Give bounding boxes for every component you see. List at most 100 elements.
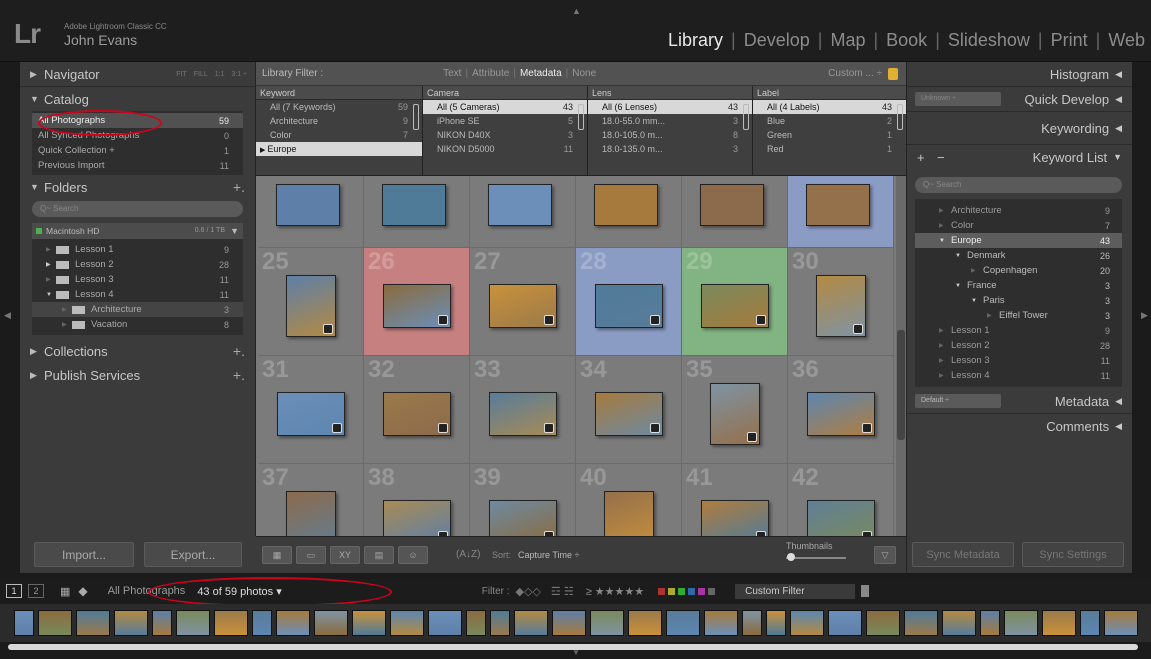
camera-row-all[interactable]: All (5 Cameras) 43 [423,100,587,114]
camera-row-d40x[interactable]: NIKON D40X 3 [423,128,587,142]
metadata-badge-icon[interactable] [756,315,766,325]
grid-cell[interactable] [470,176,576,248]
lens-scrollbar[interactable] [743,104,749,130]
folder-architecture[interactable]: ▶ Architecture 3 [32,302,243,317]
photo-thumbnail[interactable] [286,275,336,337]
label-row-red[interactable]: Red 1 [753,142,906,156]
photo-thumbnail[interactable] [710,383,760,445]
lens-row-1[interactable]: 18.0-55.0 mm... 3 [588,114,752,128]
photo-thumbnail[interactable] [383,284,451,328]
filter-metadata-tab[interactable]: Metadata [520,68,562,79]
export-button[interactable]: Export... [144,542,242,567]
camera-scrollbar[interactable] [578,104,584,130]
edit-filter-icon[interactable]: ☲ ☵ [551,585,574,598]
sort-select[interactable]: Capture Time ÷ [518,550,579,560]
catalog-item-quick-collection[interactable]: Quick Collection +1 [32,143,243,158]
filmstrip-thumbnail[interactable] [514,610,548,636]
filmstrip-thumbnail[interactable] [466,610,486,636]
add-folder-icon[interactable]: +. [233,179,245,195]
filmstrip-thumbnail[interactable] [666,610,700,636]
comments-header[interactable]: Comments ◀ [907,414,1132,438]
filmstrip-thumbnail[interactable] [38,610,72,636]
navigator-zoom[interactable]: FIT FILL 1:1 3:1 ÷ [176,71,247,78]
keyword-row-color[interactable]: Color 7 [256,128,422,142]
photo-thumbnail[interactable] [489,284,557,328]
filmstrip-thumbnail[interactable] [214,610,248,636]
photo-thumbnail[interactable] [806,184,870,226]
metadata-badge-icon[interactable] [862,423,872,433]
grid-cell[interactable]: 32 [364,356,470,464]
collapse-bottom-icon[interactable]: ▼ [572,648,580,657]
navigator-header[interactable]: ▶ Navigator FIT FILL 1:1 3:1 ÷ [20,62,255,86]
quick-develop-header[interactable]: Unknown ÷ Quick Develop ◀ [907,87,1132,111]
filmstrip-thumbnail[interactable] [1042,610,1076,636]
photo-thumbnail[interactable] [382,184,446,226]
grid-cell[interactable]: 34 [576,356,682,464]
lock-icon[interactable] [888,67,898,80]
grid-cell[interactable]: 42 [788,464,894,536]
filmstrip-thumbnail[interactable] [904,610,938,636]
user-name[interactable]: John Evans [64,32,137,48]
metadata-badge-icon[interactable] [853,324,863,334]
collapse-top-icon[interactable]: ▲ [572,6,581,16]
module-slideshow[interactable]: Slideshow [948,30,1030,51]
filter-lock-icon[interactable] [861,585,870,597]
module-print[interactable]: Print [1051,30,1088,51]
keyword-column-header[interactable]: Keyword [256,86,422,100]
lens-row-all[interactable]: All (6 Lenses) 43 [588,100,752,114]
grid-cell[interactable] [576,176,682,248]
keywording-header[interactable]: Keywording ◀ [907,112,1132,144]
keyword-scrollbar[interactable] [413,104,419,130]
filter-none-tab[interactable]: None [572,68,596,79]
folder-lesson-4[interactable]: ▼ Lesson 4 11 [32,287,243,302]
sync-metadata-button[interactable]: Sync Metadata [912,542,1014,567]
loupe-view-icon[interactable]: ▭ [296,546,326,564]
filmstrip-thumbnail[interactable] [1004,610,1038,636]
toolbar-menu-icon[interactable]: ▽ [874,546,896,564]
photo-thumbnail[interactable] [604,491,654,536]
import-button[interactable]: Import... [34,542,134,567]
lens-row-2[interactable]: 18.0-105.0 m... 8 [588,128,752,142]
filter-text-tab[interactable]: Text [443,68,461,79]
photo-thumbnail[interactable] [701,284,769,328]
compare-view-icon[interactable]: XY [330,546,360,564]
grid-cell[interactable]: 25 [258,248,364,356]
grid-cell[interactable] [788,176,894,248]
keyword-lesson-1[interactable]: ▶ Lesson 19 [915,323,1122,338]
filmstrip-thumbnail[interactable] [352,610,386,636]
camera-row-iphone[interactable]: iPhone SE 5 [423,114,587,128]
filmstrip-thumbnail[interactable] [766,610,786,636]
filmstrip-thumbnail[interactable] [828,610,862,636]
rating-filter-icon[interactable]: ≥ ★★★★★ [586,585,644,598]
filmstrip-thumbnail[interactable] [152,610,172,636]
filmstrip-thumbnail[interactable] [314,610,348,636]
keyword-lesson-3[interactable]: ▶ Lesson 3 11 [915,353,1122,368]
photo-thumbnail[interactable] [383,392,451,436]
keyword-eiffel-tower[interactable]: ▶ Eiffel Tower 3 [915,308,1122,323]
back-arrow-icon[interactable]: ◆ [78,584,87,598]
volume-menu-icon[interactable]: ▼ [230,223,239,239]
sort-direction-icon[interactable]: (A↓Z) [456,549,480,560]
keyword-color[interactable]: ▶ Color 7 [915,218,1122,233]
module-web[interactable]: Web [1108,30,1145,51]
filmstrip-thumbnail[interactable] [942,610,976,636]
metadata-badge-icon[interactable] [438,423,448,433]
filmstrip-thumbnail[interactable] [866,610,900,636]
flag-filter-icon[interactable]: ◆◇◇ [516,585,541,598]
filmstrip-thumbnail[interactable] [76,610,110,636]
folders-header[interactable]: ▼ Folders +. [20,175,255,199]
folder-lesson-3[interactable]: ▶ Lesson 3 11 [32,272,243,287]
filmstrip-thumbnail[interactable] [552,610,586,636]
module-develop[interactable]: Develop [744,30,810,51]
color-label-filter[interactable] [658,587,716,595]
filmstrip-thumbnail[interactable] [176,610,210,636]
lens-column-header[interactable]: Lens [588,86,752,100]
thumbnail-size-handle[interactable] [787,553,795,561]
photo-thumbnail[interactable] [489,500,557,536]
remove-keyword-icon[interactable]: − [937,150,945,165]
add-keyword-icon[interactable]: + [917,150,925,165]
filmstrip-thumbnail[interactable] [276,610,310,636]
metadata-preset-select[interactable]: Default ÷ [915,394,1001,408]
keyword-france[interactable]: ▼ France 3 [915,278,1122,293]
keyword-row-europe[interactable]: ▶ Europe [256,142,422,156]
